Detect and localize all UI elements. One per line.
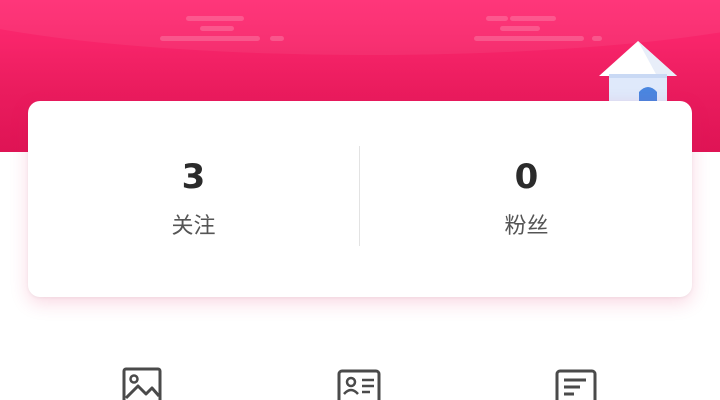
following-stat[interactable]: 3 关注 xyxy=(28,101,359,297)
stats-card: 3 关注 0 粉丝 xyxy=(28,101,692,297)
document-list-icon[interactable] xyxy=(554,366,598,400)
following-count: 3 xyxy=(181,157,206,197)
followers-count: 0 xyxy=(514,157,539,197)
followers-label: 粉丝 xyxy=(504,214,549,239)
image-icon[interactable] xyxy=(120,366,164,400)
house-icon xyxy=(597,40,679,110)
followers-stat[interactable]: 0 粉丝 xyxy=(361,101,692,297)
id-card-icon[interactable] xyxy=(337,366,381,400)
stats-divider xyxy=(359,146,360,246)
following-label: 关注 xyxy=(171,214,216,239)
